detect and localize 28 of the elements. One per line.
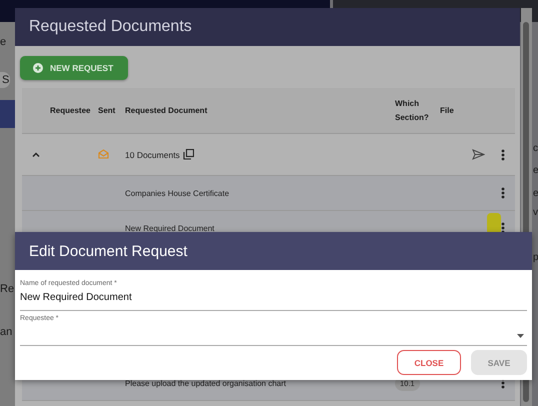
column-header: Requestee	[50, 106, 92, 115]
background-text: v	[533, 207, 538, 218]
background-text: c	[533, 143, 538, 154]
background-text: an	[0, 326, 12, 338]
dropdown-caret-icon	[517, 334, 524, 338]
document-name: New Required Document	[125, 224, 216, 232]
background-text: e	[533, 165, 538, 176]
column-header: Which Section?	[395, 98, 430, 124]
dialog-title: Edit Document Request	[15, 232, 532, 270]
send-icon[interactable]	[472, 149, 485, 160]
new-request-button[interactable]: NEW REQUEST	[20, 56, 128, 80]
more-icon[interactable]	[501, 148, 505, 160]
document-name: Please upload the updated organisation chart	[125, 378, 288, 388]
background-text: p	[533, 252, 538, 263]
background-text: e	[533, 188, 538, 199]
column-header: Sent	[98, 106, 116, 115]
background-text: Re	[0, 283, 14, 295]
column-header: Requested Document	[125, 106, 208, 115]
column-header: File	[440, 106, 455, 115]
plus-circle-icon	[33, 63, 43, 73]
copy-icon[interactable]	[182, 149, 194, 160]
more-icon[interactable]	[501, 187, 505, 199]
background-text: e	[0, 36, 6, 48]
group-title: 10 Documents	[125, 150, 180, 160]
dialog-title: Requested Documents	[15, 8, 520, 46]
close-button[interactable]: CLOSE	[397, 350, 461, 375]
chevron-up-icon[interactable]	[32, 152, 40, 157]
document-name: Companies House Certificate	[125, 188, 230, 198]
